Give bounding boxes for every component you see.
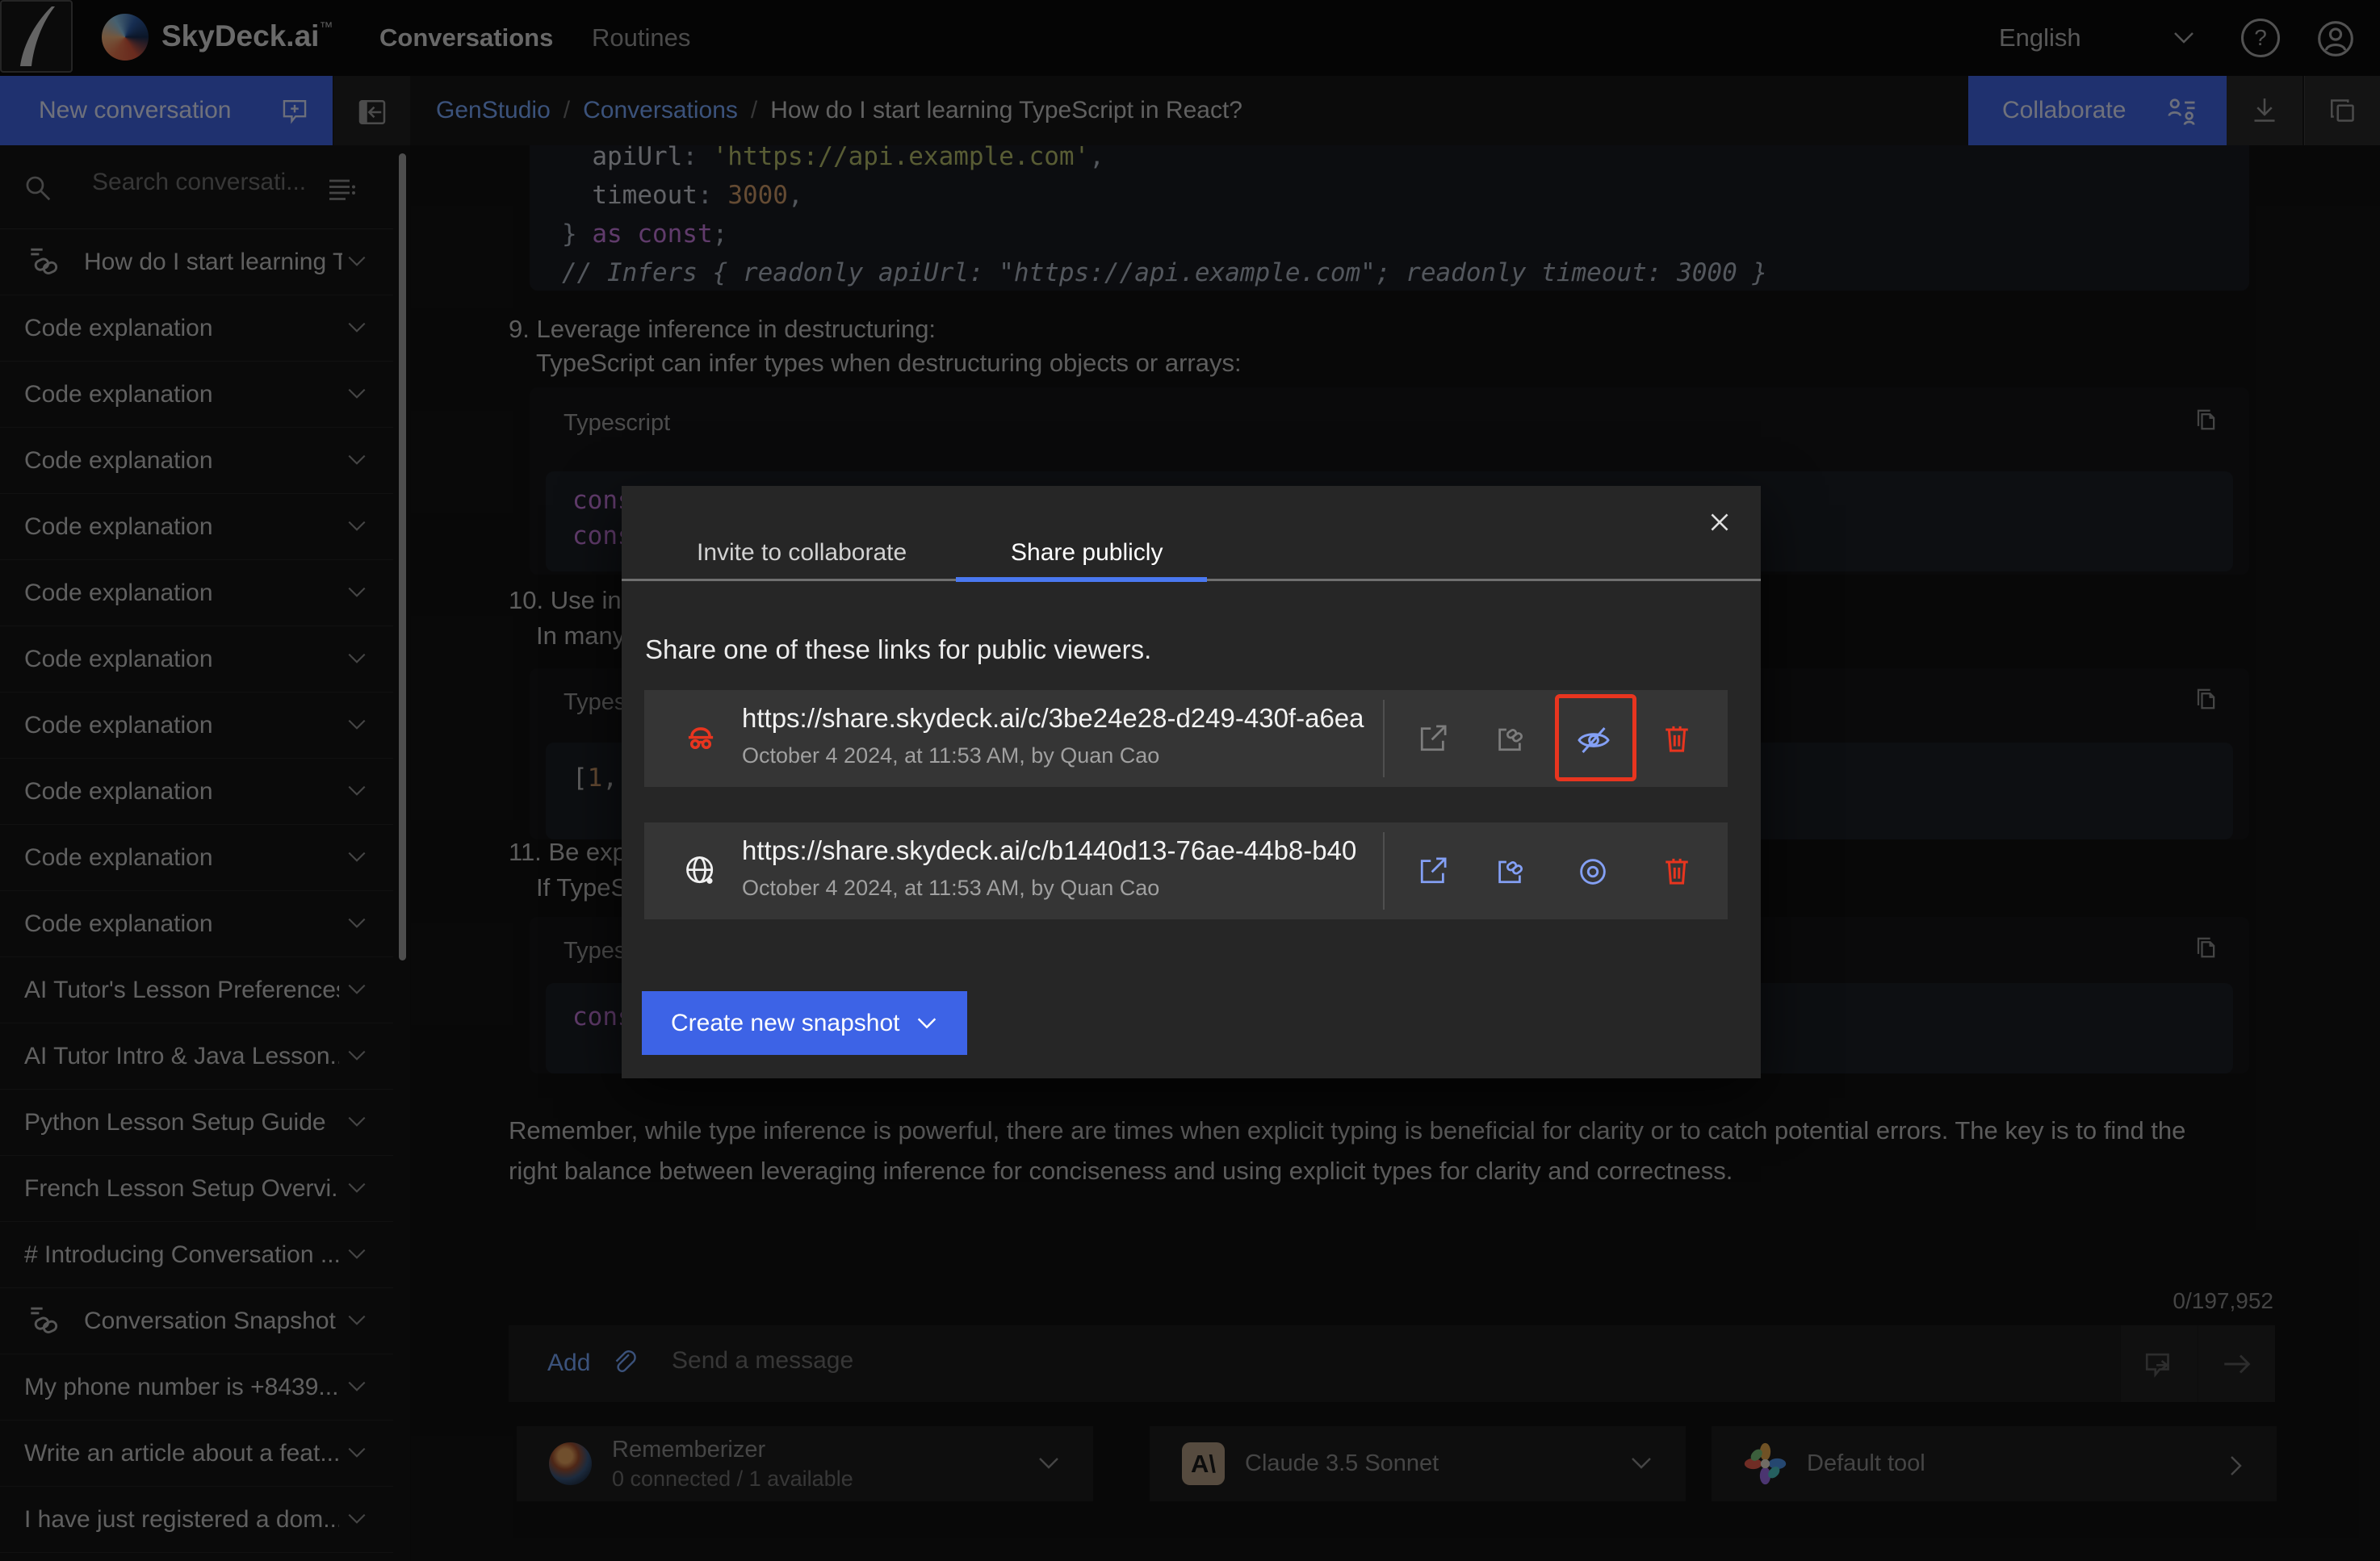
- share-link-row: https://share.skydeck.ai/c/b1440d13-76ae…: [644, 822, 1728, 919]
- share-meta: October 4 2024, at 11:53 AM, by Quan Cao: [742, 876, 1159, 901]
- row-divider: [1383, 832, 1385, 910]
- globe-icon: [683, 853, 719, 889]
- open-link-icon[interactable]: [1415, 721, 1451, 756]
- app-screen: SkyDeck.ai™ Conversations Routines Engli…: [0, 0, 2380, 1561]
- create-snapshot-label: Create new snapshot: [671, 1010, 900, 1037]
- active-tab-indicator: [956, 577, 1207, 582]
- share-meta: October 4 2024, at 11:53 AM, by Quan Cao: [742, 743, 1159, 768]
- share-url[interactable]: https://share.skydeck.ai/c/3be24e28-d249…: [742, 703, 1372, 734]
- chevron-down-icon[interactable]: [914, 1013, 940, 1032]
- focus-ring: [1555, 694, 1636, 781]
- delete-link-icon[interactable]: [1659, 721, 1695, 756]
- row-divider: [1383, 700, 1385, 777]
- share-instruction: Share one of these links for public view…: [645, 634, 1151, 665]
- incognito-icon: [683, 721, 719, 756]
- share-modal: Invite to collaborate Share publicly Sha…: [622, 486, 1761, 1078]
- share-url[interactable]: https://share.skydeck.ai/c/b1440d13-76ae…: [742, 835, 1372, 866]
- open-link-icon[interactable]: [1415, 853, 1451, 889]
- tab-share-publicly[interactable]: Share publicly: [1011, 539, 1163, 567]
- close-icon[interactable]: [1706, 508, 1733, 536]
- tab-invite-to-collaborate[interactable]: Invite to collaborate: [697, 539, 907, 567]
- copy-link-icon[interactable]: [1492, 721, 1527, 756]
- delete-link-icon[interactable]: [1659, 853, 1695, 889]
- share-link-row: https://share.skydeck.ai/c/3be24e28-d249…: [644, 690, 1728, 787]
- view-link-eye-icon[interactable]: [1574, 853, 1610, 889]
- create-new-snapshot-button[interactable]: Create new snapshot: [642, 991, 967, 1055]
- copy-link-icon[interactable]: [1492, 853, 1527, 889]
